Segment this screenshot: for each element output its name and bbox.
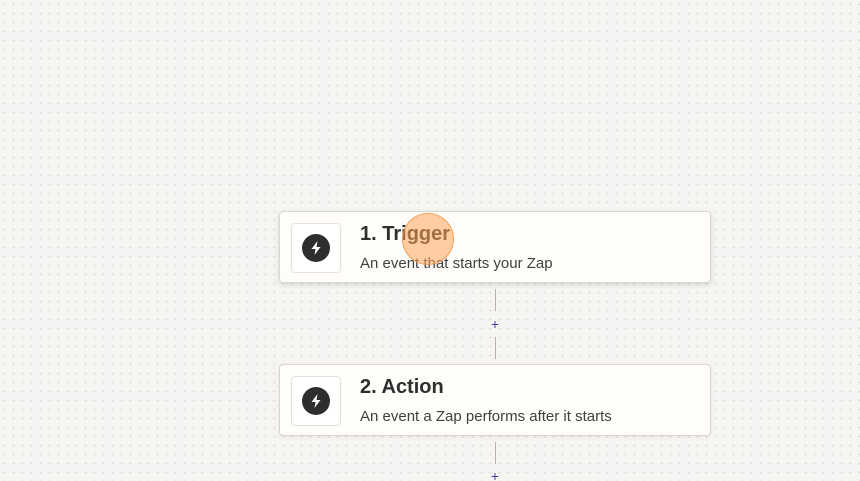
trigger-app-icon-box (291, 223, 341, 273)
action-step-description: An event a Zap performs after it starts (360, 408, 612, 425)
add-step-button-bottom[interactable]: + (486, 467, 504, 481)
connector-line (495, 337, 496, 359)
connector-line (495, 289, 496, 311)
add-step-button[interactable]: + (486, 315, 504, 333)
action-step-card[interactable]: 2. Action An event a Zap performs after … (279, 364, 711, 436)
bolt-icon (302, 234, 330, 262)
trigger-step-title: 1. Trigger (360, 223, 451, 245)
zap-editor-canvas: 1. Trigger An event that starts your Zap… (0, 0, 860, 481)
action-app-icon-box (291, 376, 341, 426)
trigger-step-description: An event that starts your Zap (360, 255, 553, 272)
trigger-step-card[interactable]: 1. Trigger An event that starts your Zap (279, 211, 711, 283)
connector-line (495, 442, 496, 464)
action-step-title: 2. Action (360, 376, 444, 398)
bolt-icon (302, 387, 330, 415)
